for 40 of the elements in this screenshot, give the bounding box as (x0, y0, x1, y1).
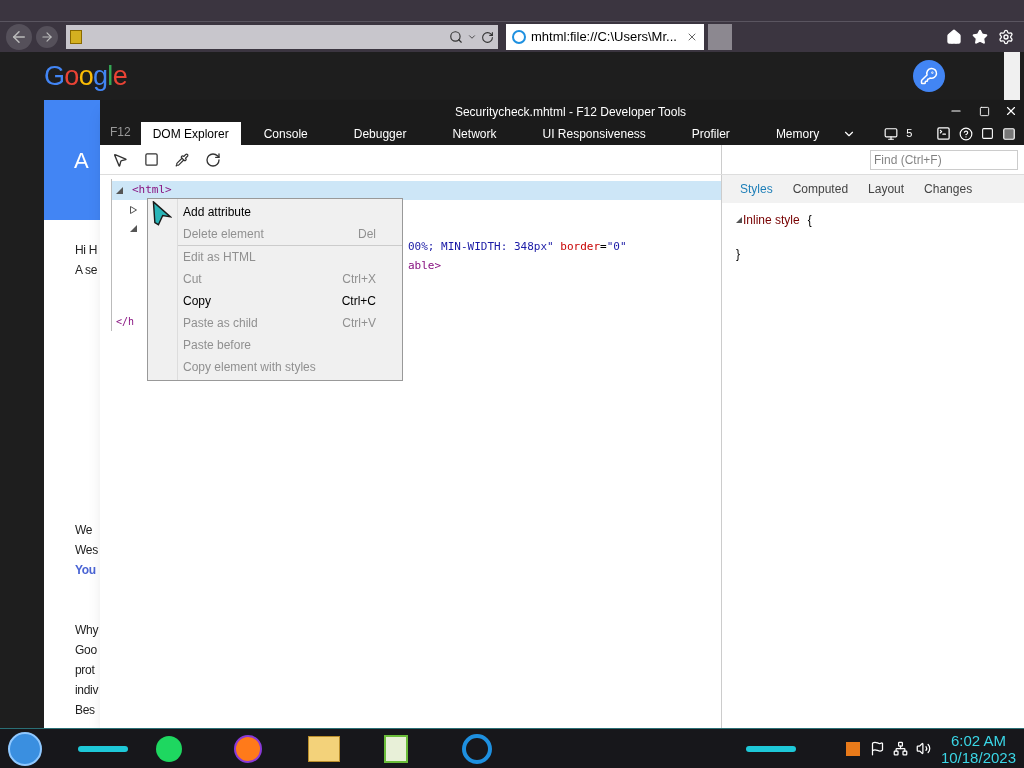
window-title: Securitycheck.mhtml - F12 Developer Tools (454, 105, 687, 119)
clock-date: 10/18/2023 (940, 748, 1016, 766)
text-line: Wes (75, 542, 98, 559)
logo: Google (44, 59, 128, 93)
devtools-tab[interactable]: Memory (763, 122, 832, 145)
styles-tab[interactable]: Computed (792, 180, 849, 198)
code-line: 00%; MIN-WIDTH: 348px" border="0" (408, 239, 627, 256)
code-line: able> (408, 258, 442, 275)
emulation-count: 5 (906, 126, 913, 142)
text-line: prot (75, 662, 95, 679)
text-line: Why (75, 622, 99, 639)
text-line: A se (75, 262, 98, 279)
header-banner: A (44, 100, 100, 220)
devtools-tab[interactable]: Console (251, 122, 320, 145)
styles-tab[interactable]: Changes (924, 180, 973, 198)
brace: } (736, 246, 741, 263)
clock-time: 6:02 AM (950, 731, 1006, 749)
text-line: Goo (75, 642, 97, 659)
styles-tab[interactable]: Layout (868, 180, 905, 198)
devtools-tab[interactable]: Debugger (341, 122, 419, 145)
code-line: <html> (132, 182, 172, 199)
devtools-tab[interactable]: Network (440, 122, 509, 145)
devtools-tab[interactable]: Profiler (679, 122, 742, 145)
code-line: </h (116, 315, 135, 329)
text-line: We (75, 522, 93, 539)
text-line: indiv (75, 682, 99, 699)
browser-tab[interactable]: mhtml:file://C:\Users\Mr... (506, 24, 704, 50)
link[interactable]: You (75, 560, 96, 580)
brace: { (807, 212, 812, 229)
menu-item[interactable]: Copy Ctrl+C (148, 290, 402, 312)
f12-label: F12 (109, 124, 132, 141)
selected-row[interactable]: <html> (112, 181, 721, 200)
devtools-tab[interactable]: UI Responsiveness (530, 122, 658, 145)
find-field[interactable]: Find (Ctrl+F) (870, 149, 1018, 170)
text-line: Bes (75, 702, 95, 719)
style-rule-name[interactable]: Inline style (743, 211, 800, 229)
devtools-tab[interactable]: DOM Explorer (140, 122, 241, 145)
text-line: Hi H (75, 242, 98, 259)
styles-tab[interactable]: Styles (740, 180, 773, 198)
menu-item[interactable]: Add attribute (148, 201, 402, 223)
